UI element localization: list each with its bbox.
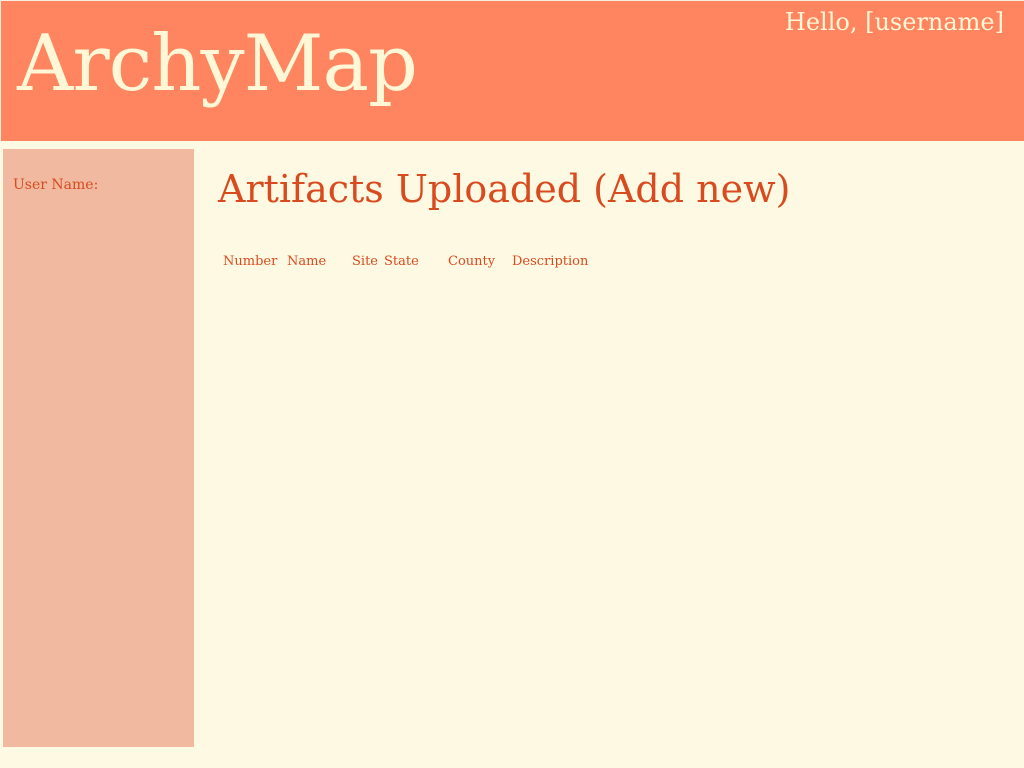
- column-header-county: County: [448, 254, 496, 269]
- column-header-name: Name: [287, 254, 327, 269]
- artifacts-table-header: Number Name Site State County Descriptio…: [223, 254, 643, 274]
- user-greeting: Hello, [username]: [784, 8, 1004, 36]
- column-header-site: Site: [352, 254, 378, 269]
- column-header-description: Description: [512, 254, 589, 269]
- app-header: ArchyMap Hello, [username]: [0, 0, 1024, 141]
- artifacts-heading[interactable]: Artifacts Uploaded (Add new): [218, 168, 790, 211]
- column-header-state: State: [384, 254, 419, 269]
- app-title[interactable]: ArchyMap: [17, 25, 418, 103]
- column-header-number: Number: [223, 254, 278, 269]
- sidebar: User Name:: [3, 149, 194, 747]
- main-content: Artifacts Uploaded (Add new) Number Name…: [194, 141, 1024, 768]
- page: ArchyMap Hello, [username] User Name: Ar…: [0, 0, 1024, 768]
- user-name-label: User Name:: [13, 177, 99, 193]
